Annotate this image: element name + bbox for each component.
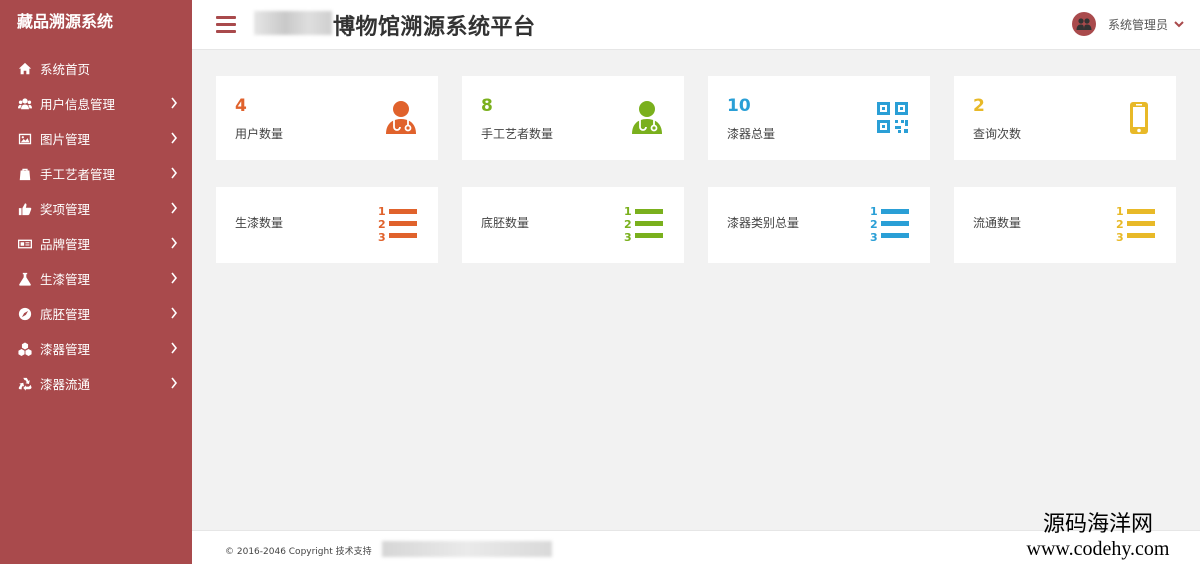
list-label: 生漆数量: [235, 216, 284, 230]
chevron-right-icon: [170, 342, 178, 354]
recycle-icon: [16, 376, 34, 392]
stat-value: 4: [235, 96, 247, 116]
mobile-icon: [1130, 102, 1148, 134]
sidebar: 藏品溯源系统 系统首页 用户信息管理 图片管理 手工艺者管理 奖项管理 品牌管理…: [0, 0, 192, 564]
sidebar-item-label: 生漆管理: [40, 272, 91, 287]
list-ol-icon: 123: [1116, 205, 1155, 244]
page-title: 博物馆溯源系统平台: [333, 15, 536, 40]
sidebar-item-home[interactable]: 系统首页: [0, 51, 192, 86]
blurred-footer-text: [382, 541, 552, 557]
sidebar-item-label: 系统首页: [40, 62, 91, 77]
stat-value: 10: [727, 96, 751, 116]
stat-label: 手工艺者数量: [481, 127, 554, 141]
list-card-lacquer-categories[interactable]: 漆器类别总量 123: [708, 187, 930, 263]
user-doctor-icon: [386, 101, 416, 134]
stat-card-users[interactable]: 4 用户数量: [216, 76, 438, 160]
list-card-raw-lacquer[interactable]: 生漆数量 123: [216, 187, 438, 263]
stat-card-queries[interactable]: 2 查询次数: [954, 76, 1176, 160]
svg-text:3: 3: [378, 231, 386, 244]
sidebar-item-label: 漆器管理: [40, 342, 91, 357]
svg-text:2: 2: [378, 218, 386, 231]
svg-text:2: 2: [870, 218, 878, 231]
list-ol-icon: 123: [870, 205, 909, 244]
image-icon: [16, 131, 34, 147]
users-icon: [1076, 18, 1092, 30]
svg-text:3: 3: [624, 231, 632, 244]
sidebar-item-circulation[interactable]: 漆器流通: [0, 366, 192, 401]
home-icon: [16, 61, 34, 77]
sidebar-item-images[interactable]: 图片管理: [0, 121, 192, 156]
list-label: 底胚数量: [481, 216, 530, 230]
list-label: 流通数量: [973, 216, 1022, 230]
chevron-right-icon: [170, 307, 178, 319]
svg-text:1: 1: [1116, 205, 1124, 218]
svg-text:2: 2: [1116, 218, 1124, 231]
stat-value: 2: [973, 96, 985, 116]
user-doctor-icon: [632, 101, 662, 134]
stat-value: 8: [481, 96, 493, 116]
cubes-icon: [16, 341, 34, 357]
chevron-down-icon: [1174, 21, 1184, 28]
watermark: 源码海洋网 www.codehy.com: [996, 512, 1200, 560]
compass-icon: [16, 306, 34, 322]
watermark-line-2: www.codehy.com: [1026, 538, 1170, 560]
avatar: [1071, 12, 1096, 36]
svg-text:2: 2: [624, 218, 632, 231]
list-card-blanks[interactable]: 底胚数量 123: [462, 187, 684, 263]
sidebar-menu: 系统首页 用户信息管理 图片管理 手工艺者管理 奖项管理 品牌管理 生漆管理 底…: [0, 51, 192, 401]
list-ol-icon: 123: [624, 205, 663, 244]
sidebar-item-label: 手工艺者管理: [40, 167, 116, 182]
list-ol-icon: 123: [378, 205, 417, 244]
sidebar-item-label: 漆器流通: [40, 377, 91, 392]
sidebar-item-label: 底胚管理: [40, 307, 91, 322]
svg-text:3: 3: [870, 231, 878, 244]
stat-label: 用户数量: [235, 127, 284, 141]
users-icon: [16, 96, 34, 112]
top-bar: 博物馆溯源系统平台 系统管理员: [192, 0, 1200, 50]
sidebar-item-artisans[interactable]: 手工艺者管理: [0, 156, 192, 191]
stat-label: 漆器总量: [727, 127, 776, 141]
brand-title: 藏品溯源系统: [17, 12, 114, 31]
id-card-icon: [16, 236, 34, 252]
stat-card-artisans[interactable]: 8 手工艺者数量: [462, 76, 684, 160]
chevron-right-icon: [170, 167, 178, 179]
user-name: 系统管理员: [1107, 17, 1168, 32]
list-label: 漆器类别总量: [727, 216, 800, 230]
svg-text:1: 1: [870, 205, 878, 218]
sidebar-item-raw-lacquer[interactable]: 生漆管理: [0, 261, 192, 296]
stat-label: 查询次数: [973, 127, 1022, 141]
chevron-right-icon: [170, 377, 178, 389]
list-card-circulation[interactable]: 流通数量 123: [954, 187, 1176, 263]
blurred-title-prefix: [254, 11, 332, 35]
thumbs-up-icon: [16, 201, 34, 217]
sidebar-item-blanks[interactable]: 底胚管理: [0, 296, 192, 331]
watermark-line-1: 源码海洋网: [1042, 512, 1153, 537]
sidebar-item-label: 图片管理: [40, 132, 91, 147]
sidebar-item-lacquerware[interactable]: 漆器管理: [0, 331, 192, 366]
lists-row: 生漆数量 123 底胚数量 123 漆器类别总量 12 3 流通数量 1 2 3: [216, 187, 1176, 263]
chevron-right-icon: [170, 202, 178, 214]
menu-toggle-icon[interactable]: [216, 16, 236, 34]
chevron-right-icon: [170, 97, 178, 109]
user-menu[interactable]: 系统管理员: [1071, 12, 1184, 36]
stats-row: 4 用户数量 8 手工艺者数量 10 漆器总量 2 查询次数: [216, 76, 1176, 160]
qrcode-icon: [877, 102, 908, 133]
svg-text:1: 1: [378, 205, 386, 218]
bag-icon: [16, 166, 34, 182]
svg-text:3: 3: [1116, 231, 1124, 244]
chevron-right-icon: [170, 237, 178, 249]
chevron-right-icon: [170, 272, 178, 284]
sidebar-item-awards[interactable]: 奖项管理: [0, 191, 192, 226]
sidebar-item-user-info[interactable]: 用户信息管理: [0, 86, 192, 121]
sidebar-item-label: 奖项管理: [40, 202, 91, 217]
sidebar-item-label: 品牌管理: [40, 237, 91, 252]
stat-card-lacquerware-total[interactable]: 10 漆器总量: [708, 76, 930, 160]
copyright-text: © 2016-2046 Copyright 技术支持: [225, 547, 372, 557]
sidebar-item-label: 用户信息管理: [40, 97, 116, 112]
flask-icon: [16, 271, 34, 287]
sidebar-item-brands[interactable]: 品牌管理: [0, 226, 192, 261]
chevron-right-icon: [170, 132, 178, 144]
svg-text:1: 1: [624, 205, 632, 218]
